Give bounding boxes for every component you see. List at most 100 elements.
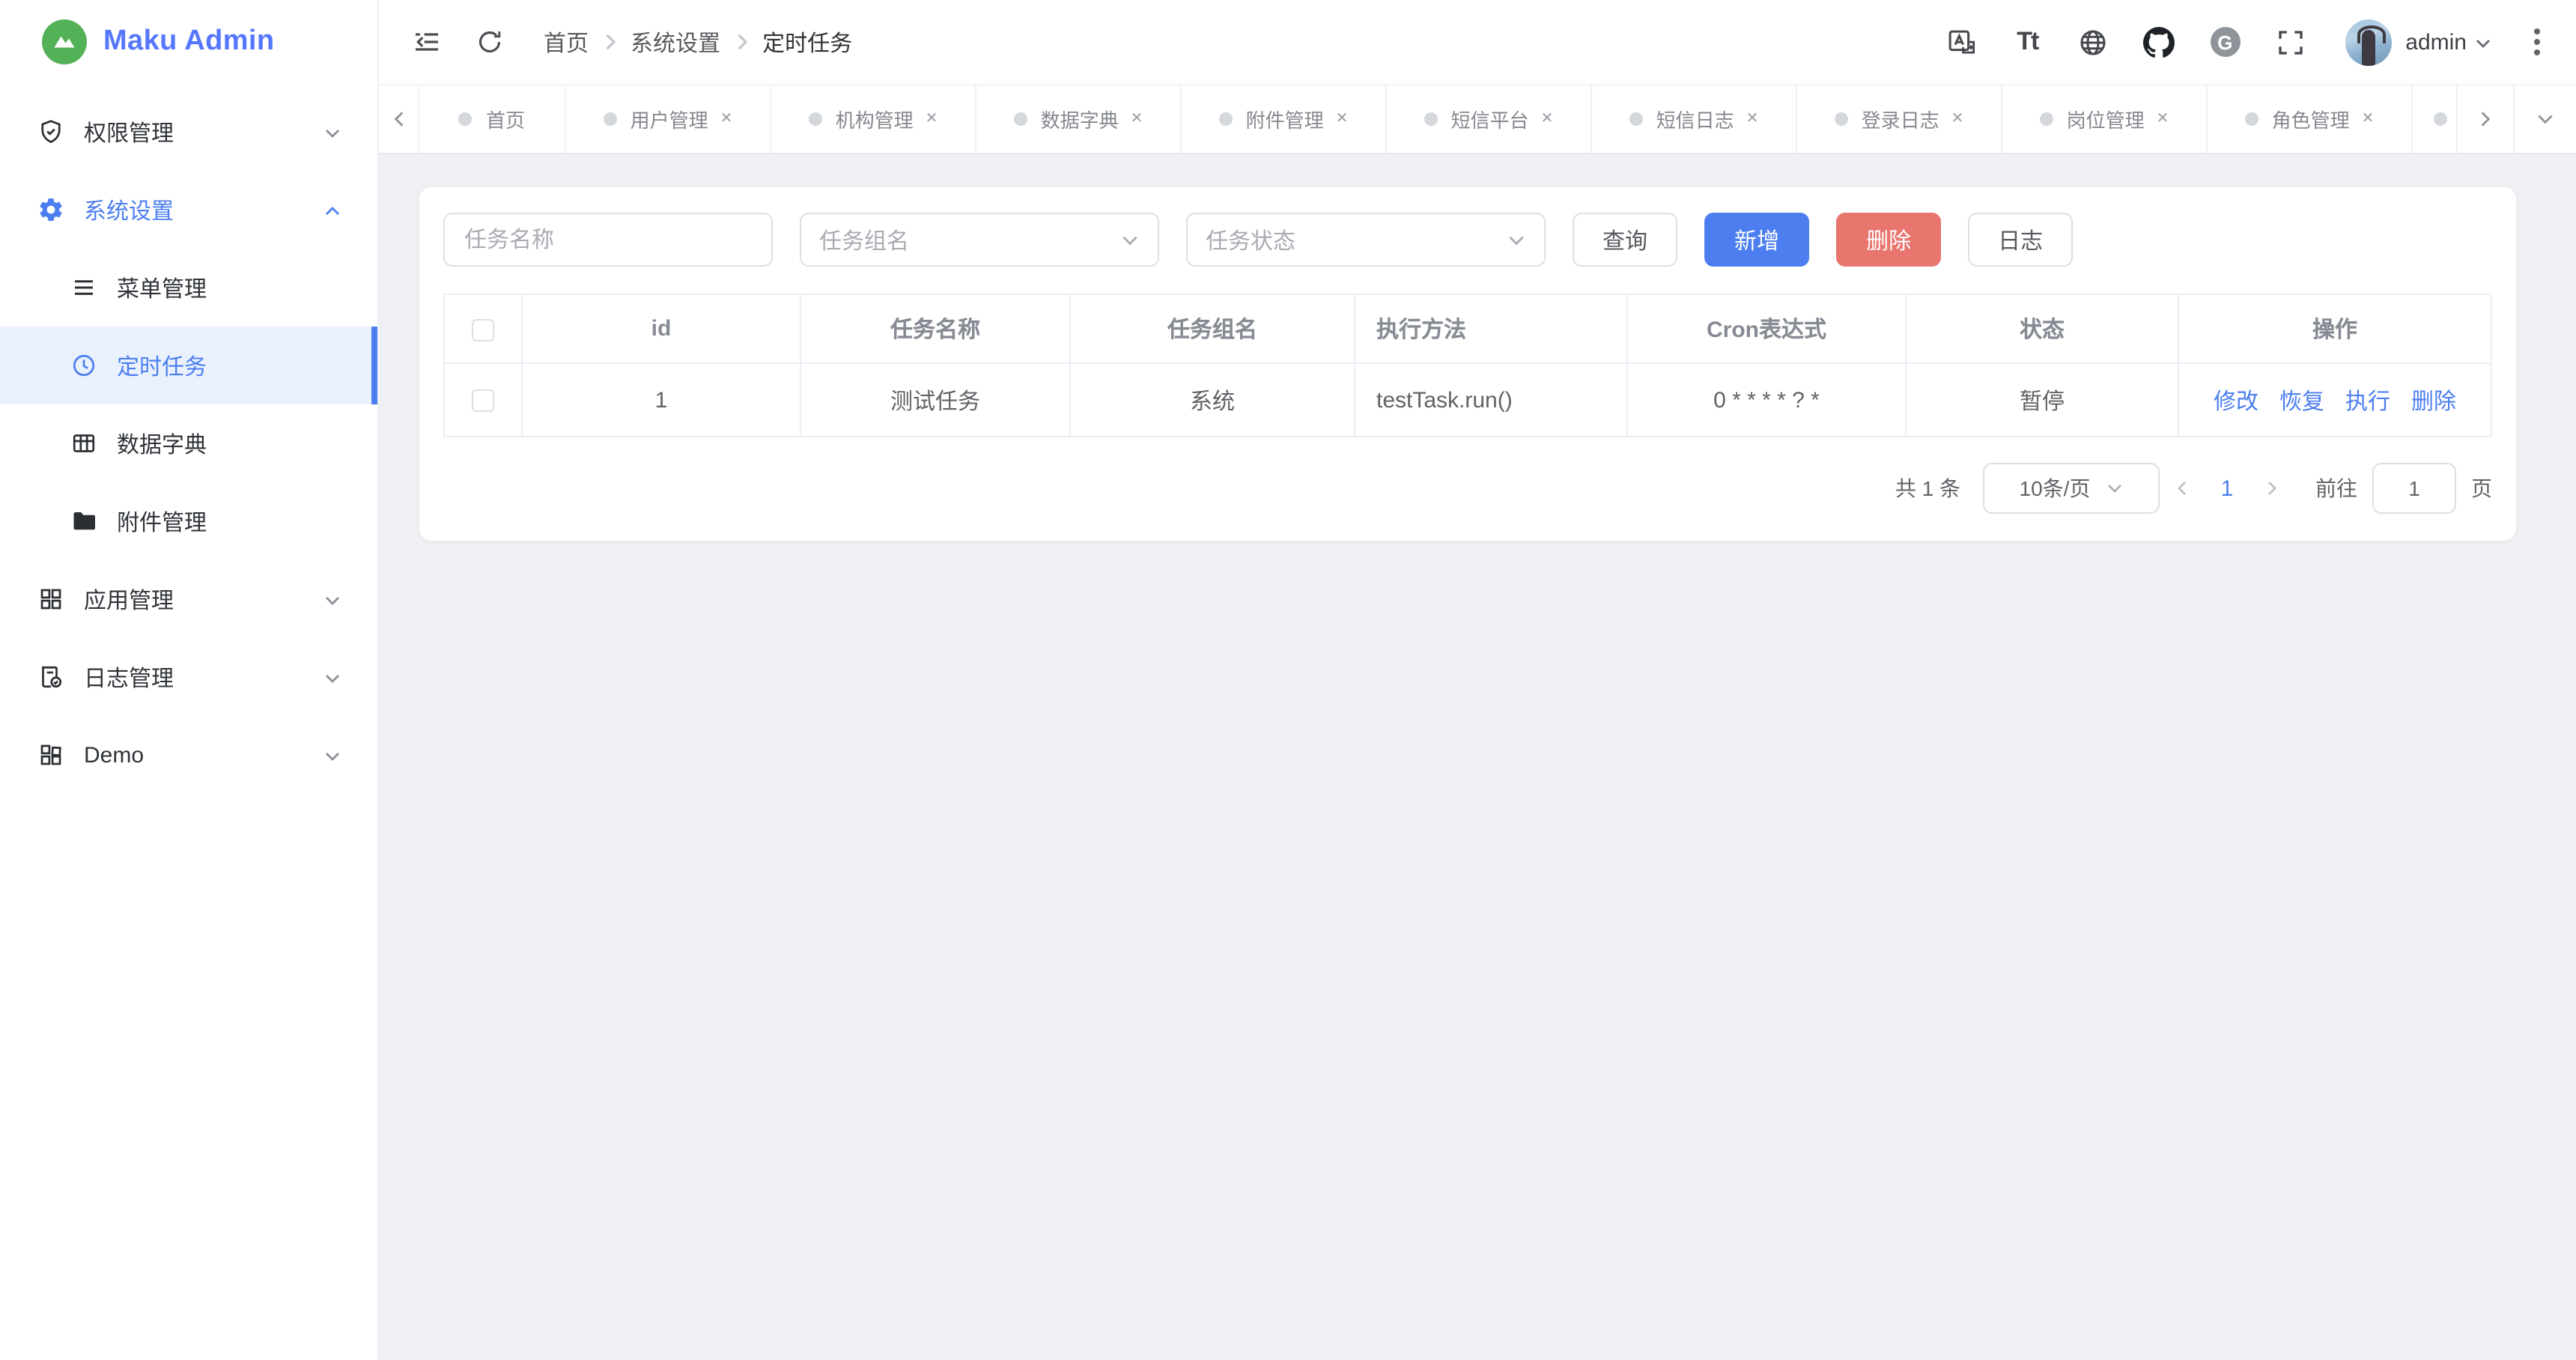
- log-button[interactable]: 日志: [1968, 213, 2073, 267]
- goto-label: 前往: [2315, 473, 2357, 503]
- font-size-icon[interactable]: Tt: [2011, 26, 2043, 58]
- col-task-name: 任务名称: [801, 294, 1070, 363]
- cell-cron: 0 * * * * ? *: [1627, 363, 1906, 437]
- logo[interactable]: Maku Admin: [0, 0, 377, 84]
- cell-status: 暂停: [1906, 363, 2178, 437]
- tab-login-log[interactable]: 登录日志 ✕: [1797, 85, 2002, 153]
- sidebar-collapse-icon[interactable]: [412, 27, 442, 57]
- sidebar-item-app-management[interactable]: 应用管理: [0, 560, 377, 638]
- sidebar: Maku Admin 权限管理 系统设置: [0, 0, 379, 1360]
- tab-user-management[interactable]: 用户管理 ✕: [566, 85, 771, 153]
- tab-home[interactable]: 首页: [419, 85, 566, 153]
- run-link[interactable]: 执行: [2345, 389, 2390, 414]
- tab-dot-icon: [1219, 112, 1233, 126]
- close-icon[interactable]: ✕: [2362, 111, 2375, 127]
- sidebar-item-label: 附件管理: [117, 506, 341, 537]
- tasks-card: 任务组名 任务状态 查询 新增 删除 日志: [419, 187, 2516, 541]
- close-icon[interactable]: ✕: [1951, 111, 1964, 127]
- main-column: 首页 系统设置 定时任务 Tt: [379, 0, 2576, 1360]
- refresh-icon[interactable]: [475, 27, 505, 57]
- tabs-dropdown-icon[interactable]: [2513, 85, 2576, 153]
- task-group-select[interactable]: 任务组名: [800, 213, 1159, 267]
- fullscreen-icon[interactable]: [2275, 26, 2306, 58]
- tab-post-management[interactable]: 岗位管理 ✕: [2002, 85, 2208, 153]
- tabs-scroll-left-icon[interactable]: [379, 85, 419, 153]
- tab-strip: 首页 用户管理 ✕ 机构管理 ✕ 数据字典 ✕: [379, 84, 2576, 154]
- tab-data-dictionary[interactable]: 数据字典 ✕: [976, 85, 1182, 153]
- close-icon[interactable]: ✕: [720, 111, 733, 127]
- page-number[interactable]: 1: [2205, 476, 2250, 501]
- username[interactable]: admin: [2405, 29, 2467, 55]
- tab-sms-platform[interactable]: 短信平台 ✕: [1387, 85, 1592, 153]
- select-all-cell: [444, 294, 522, 363]
- search-button[interactable]: 查询: [1573, 213, 1677, 267]
- breadcrumb-system-settings[interactable]: 系统设置: [631, 26, 720, 58]
- sidebar-item-label: 系统设置: [84, 194, 323, 225]
- chevron-down-icon: [323, 590, 341, 608]
- table-icon: [70, 430, 97, 457]
- row-checkbox[interactable]: [472, 389, 494, 412]
- translate-icon[interactable]: [1945, 26, 1977, 58]
- breadcrumb-home[interactable]: 首页: [544, 26, 589, 58]
- close-icon[interactable]: ✕: [1336, 111, 1349, 127]
- page-size-select[interactable]: 10条/页: [1983, 463, 2160, 514]
- next-page-icon[interactable]: [2250, 463, 2294, 514]
- task-name-input-wrap: [443, 213, 773, 267]
- tab-dot-icon: [1629, 112, 1643, 126]
- col-status: 状态: [1906, 294, 2178, 363]
- resume-link[interactable]: 恢复: [2279, 389, 2324, 414]
- globe-icon[interactable]: [2077, 26, 2109, 58]
- tab-role-management[interactable]: 角色管理 ✕: [2208, 85, 2413, 153]
- sidebar-item-scheduled-tasks[interactable]: 定时任务: [0, 327, 377, 404]
- close-icon[interactable]: ✕: [1746, 111, 1759, 127]
- prev-page-icon[interactable]: [2160, 463, 2205, 514]
- col-id: id: [522, 294, 801, 363]
- sidebar-item-data-dictionary[interactable]: 数据字典: [0, 404, 377, 482]
- goto-page-input[interactable]: [2372, 463, 2456, 514]
- tab-sms-log[interactable]: 短信日志 ✕: [1592, 85, 1797, 153]
- more-options-icon[interactable]: [2528, 22, 2546, 61]
- total-count: 共 1 条: [1895, 473, 1960, 503]
- tab-dot-icon: [2040, 112, 2053, 126]
- add-button[interactable]: 新增: [1704, 213, 1809, 267]
- sidebar-item-attachments[interactable]: 附件管理: [0, 482, 377, 560]
- avatar[interactable]: [2345, 19, 2392, 65]
- github-icon[interactable]: [2143, 26, 2175, 58]
- tab-org-management[interactable]: 机构管理 ✕: [771, 85, 976, 153]
- delete-button[interactable]: 删除: [1836, 213, 1941, 267]
- close-icon[interactable]: ✕: [1131, 111, 1143, 127]
- chevron-down-icon[interactable]: [2474, 33, 2492, 51]
- sidebar-item-label: 数据字典: [117, 428, 341, 459]
- content-area: 任务组名 任务状态 查询 新增 删除 日志: [379, 154, 2576, 1360]
- cell-method: testTask.run(): [1355, 363, 1627, 437]
- select-all-checkbox[interactable]: [472, 318, 494, 341]
- task-name-input[interactable]: [464, 227, 752, 252]
- sidebar-item-demo[interactable]: Demo: [0, 716, 377, 794]
- edit-link[interactable]: 修改: [2214, 389, 2258, 414]
- folder-icon: [70, 508, 97, 535]
- sidebar-item-permissions[interactable]: 权限管理: [0, 93, 377, 171]
- col-method: 执行方法: [1355, 294, 1627, 363]
- close-icon[interactable]: ✕: [926, 111, 938, 127]
- chevron-down-icon: [323, 668, 341, 686]
- filter-toolbar: 任务组名 任务状态 查询 新增 删除 日志: [443, 213, 2492, 267]
- close-icon[interactable]: ✕: [1541, 111, 1554, 127]
- tab-attachments[interactable]: 附件管理 ✕: [1182, 85, 1387, 153]
- page-unit-label: 页: [2471, 473, 2492, 503]
- task-status-select[interactable]: 任务状态: [1186, 213, 1546, 267]
- sidebar-item-log-management[interactable]: 日志管理: [0, 638, 377, 716]
- tasks-table: id 任务名称 任务组名 执行方法 Cron表达式 状态 操作 1: [443, 294, 2492, 437]
- tabs-scroll-right-icon[interactable]: [2456, 85, 2513, 153]
- breadcrumb: 首页 系统设置 定时任务: [544, 26, 852, 58]
- table-row: 1 测试任务 系统 testTask.run() 0 * * * * ? * 暂…: [444, 363, 2491, 437]
- tab-dot-icon: [1835, 112, 1848, 126]
- col-cron: Cron表达式: [1627, 294, 1906, 363]
- gitee-icon[interactable]: G: [2209, 26, 2241, 58]
- sidebar-item-label: 应用管理: [84, 583, 323, 615]
- delete-link[interactable]: 删除: [2411, 389, 2456, 414]
- tab-scheduled-tasks[interactable]: 定时任务: [2413, 85, 2456, 153]
- sidebar-item-system-settings[interactable]: 系统设置: [0, 171, 377, 249]
- sidebar-item-menu-management[interactable]: 菜单管理: [0, 249, 377, 327]
- sidebar-menu: 权限管理 系统设置 菜单管理: [0, 84, 377, 794]
- close-icon[interactable]: ✕: [2157, 111, 2169, 127]
